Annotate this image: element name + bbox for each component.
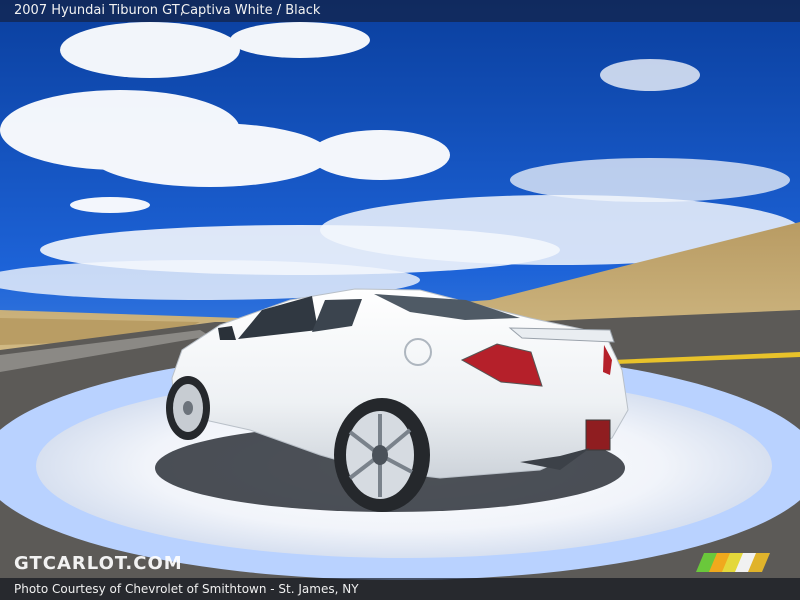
credit-bar: Photo Courtesy of Chevrolet of Smithtown…	[0, 578, 800, 600]
photo-credit: Photo Courtesy of Chevrolet of Smithtown…	[14, 582, 359, 596]
car-color: Captiva White / Black	[181, 3, 321, 18]
stripes-logo	[696, 553, 770, 572]
photo	[0, 0, 800, 600]
car-title: 2007 Hyundai Tiburon GT,	[14, 3, 184, 18]
caption-bar: 2007 Hyundai Tiburon GT, Captiva White /…	[0, 0, 800, 22]
site-watermark: GTCARLOT.COM	[14, 553, 183, 574]
